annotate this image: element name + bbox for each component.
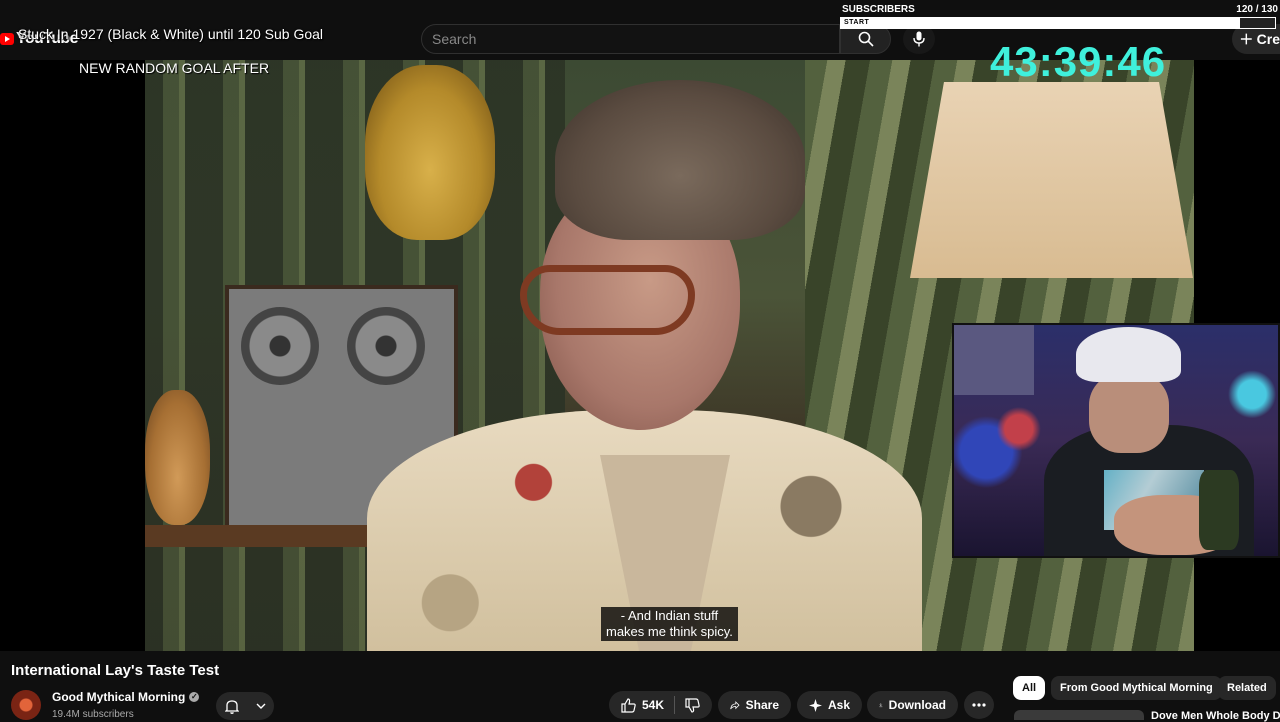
download-button[interactable]: Download xyxy=(867,691,958,719)
subscribers-label: SUBSCRIBERS xyxy=(842,4,915,15)
chip-from-channel[interactable]: From Good Mythical Morning xyxy=(1051,676,1222,700)
chip-all[interactable]: All xyxy=(1013,676,1046,700)
bell-icon xyxy=(224,699,239,714)
progress-start-label: START xyxy=(844,19,870,26)
ask-button[interactable]: Ask xyxy=(797,691,862,719)
reel-right xyxy=(347,307,425,385)
ukulele xyxy=(145,390,210,525)
subscribers-count: 120 / 130 xyxy=(1236,4,1278,15)
reel-left xyxy=(241,307,319,385)
thumbs-down-icon[interactable] xyxy=(685,697,700,713)
recommendation-thumbnail[interactable] xyxy=(1014,710,1144,720)
webcam-overlay xyxy=(952,323,1280,558)
search-input[interactable] xyxy=(422,25,832,53)
stream-timer: 43:39:46 xyxy=(990,38,1167,85)
ask-label: Ask xyxy=(827,698,850,712)
like-count[interactable]: 54K xyxy=(642,698,664,712)
subscriber-goal-fill xyxy=(841,18,1241,28)
video-caption: - And Indian stuff makes me think spicy. xyxy=(601,607,738,641)
guitar xyxy=(365,65,495,240)
subscriber-goal-bar: START xyxy=(840,17,1276,29)
subscriber-count: 19.4M subscribers xyxy=(52,709,134,720)
share-button[interactable]: Share xyxy=(718,691,791,719)
streamer-face xyxy=(1089,373,1169,453)
create-label: Cre xyxy=(1256,31,1280,47)
streamer-cap xyxy=(1076,327,1181,382)
caption-line-2: makes me think spicy. xyxy=(606,624,733,639)
more-actions-button[interactable] xyxy=(964,691,994,719)
sparkle-icon xyxy=(809,698,822,712)
glasses xyxy=(520,265,695,335)
search-box[interactable] xyxy=(421,24,840,54)
verified-icon: ✓ xyxy=(189,692,200,702)
thumbs-up-icon[interactable] xyxy=(621,697,636,713)
share-icon xyxy=(730,700,740,709)
download-label: Download xyxy=(888,698,946,712)
youtube-play-icon xyxy=(0,33,14,45)
held-bottle xyxy=(1199,470,1239,550)
chevron-down-icon xyxy=(256,703,265,709)
lamp-shade xyxy=(910,82,1193,278)
goal-text: NEW RANDOM GOAL AFTER xyxy=(79,60,270,76)
search-icon xyxy=(858,31,874,47)
host-hair xyxy=(555,80,805,240)
channel-avatar[interactable] xyxy=(11,690,41,720)
like-divider xyxy=(674,696,676,714)
channel-name[interactable]: Good Mythical Morning xyxy=(52,690,185,704)
download-icon xyxy=(879,703,883,708)
share-label: Share xyxy=(745,698,779,712)
plus-icon xyxy=(1240,33,1252,45)
more-icon xyxy=(972,703,986,707)
channel-name-row[interactable]: Good Mythical Morning ✓ xyxy=(52,690,200,704)
notification-button[interactable] xyxy=(216,692,274,720)
caption-line-1: - And Indian stuff xyxy=(620,608,719,623)
like-dislike-group: 54K xyxy=(609,691,712,719)
video-title: International Lay's Taste Test xyxy=(11,662,220,679)
mic-icon xyxy=(913,31,925,47)
webcam-background-shelf xyxy=(954,325,1034,395)
stream-title: Stuck In 1927 (Black & White) until 120 … xyxy=(18,26,324,42)
chip-related[interactable]: Related xyxy=(1218,676,1276,700)
recommendation-title[interactable]: Dove Men Whole Body Deo xyxy=(1151,710,1280,722)
